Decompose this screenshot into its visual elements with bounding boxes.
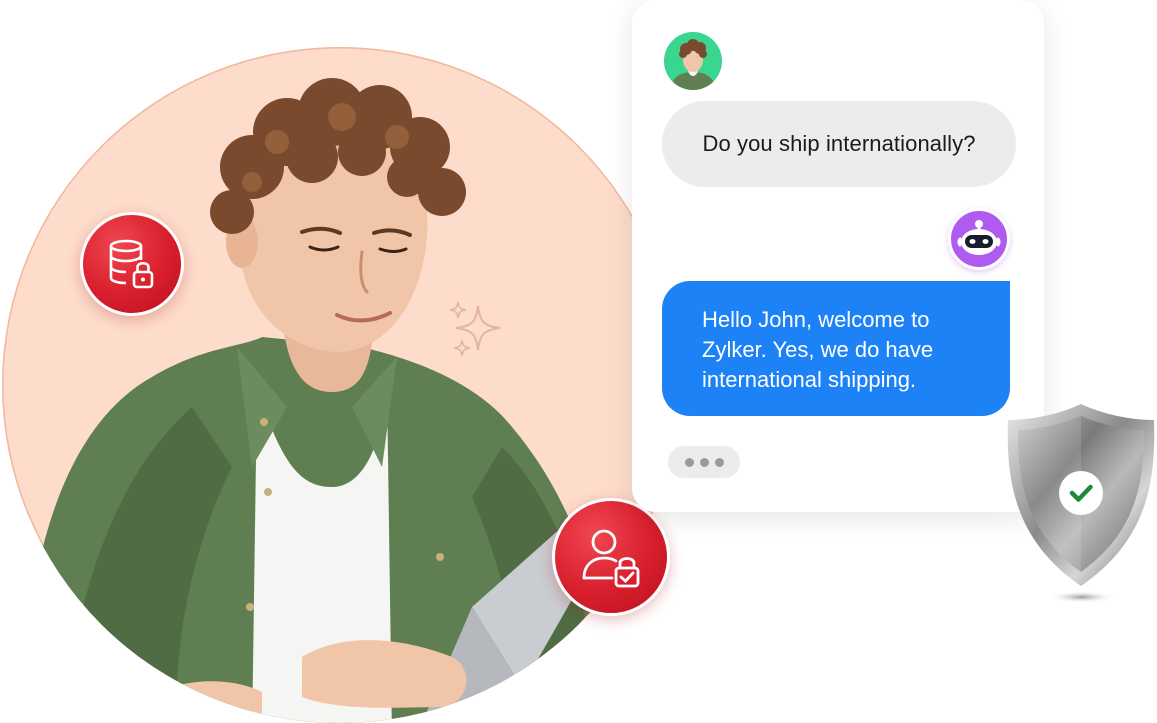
bot-message-line: Hello John, welcome to <box>702 307 930 332</box>
user-avatar <box>664 32 722 90</box>
bot-message-bubble: Hello John, welcome to Zylker. Yes, we d… <box>662 281 1010 416</box>
bot-avatar-icon <box>957 220 1001 255</box>
illustration-scene: Do you ship internationally? Hello John,… <box>0 0 1157 723</box>
typing-dot <box>699 457 709 467</box>
person-at-laptop-image <box>22 78 621 723</box>
database-lock-icon <box>109 239 154 289</box>
sparkle-icon <box>449 301 501 357</box>
user-message-text: Do you ship internationally? <box>702 131 976 156</box>
user-lock-badge <box>552 498 670 616</box>
typing-indicator <box>668 446 740 478</box>
person-illustration <box>2 47 678 723</box>
typing-dot <box>714 457 724 467</box>
bot-message-line: international shipping. <box>702 367 917 392</box>
bot-message-line: Zylker. Yes, we do have <box>702 337 934 362</box>
user-lock-icon <box>582 529 640 588</box>
shield-check-icon <box>1007 404 1155 603</box>
bot-avatar <box>948 208 1010 270</box>
user-message-bubble: Do you ship internationally? <box>662 101 1016 187</box>
typing-dot <box>684 457 694 467</box>
user-avatar-image <box>670 39 716 90</box>
database-lock-badge <box>80 212 184 316</box>
